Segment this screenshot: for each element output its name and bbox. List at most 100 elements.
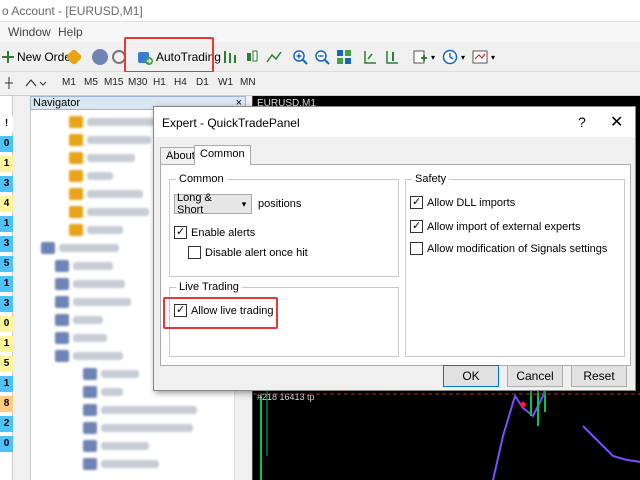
list-item[interactable]: [69, 132, 151, 148]
allow-signals-checkbox[interactable]: Allow modification of Signals settings: [410, 242, 607, 255]
positions-select-value: Long & Short: [177, 192, 212, 216]
tile-windows-icon[interactable]: [336, 46, 352, 68]
tf-h1[interactable]: H1: [153, 77, 166, 88]
checkbox-box[interactable]: [188, 246, 201, 259]
tf-m1[interactable]: M1: [62, 77, 76, 88]
crosshair-icon[interactable]: [4, 76, 14, 93]
list-item[interactable]: [83, 438, 149, 454]
allow-signals-label: Allow modification of Signals settings: [427, 242, 608, 255]
user-icon[interactable]: [92, 46, 108, 68]
list-item[interactable]: [41, 240, 119, 256]
autoscroll-icon[interactable]: [384, 46, 400, 68]
left-cell: 3: [0, 176, 13, 192]
left-cell: 0: [0, 436, 13, 452]
timeframe-toolbar: M1 M5 M15 M30 H1 H4 D1 W1 MN: [0, 72, 640, 96]
list-item[interactable]: [69, 186, 143, 202]
safety-group-title: Safety: [412, 173, 450, 185]
list-item[interactable]: [55, 276, 125, 292]
left-cell: 5: [0, 356, 13, 372]
list-item[interactable]: [83, 456, 159, 472]
left-cell: 4: [0, 196, 13, 212]
new-order-button[interactable]: New Order: [2, 46, 75, 68]
left-cell: 3: [0, 236, 13, 252]
tf-w1[interactable]: W1: [218, 77, 233, 88]
positions-select[interactable]: Long & Short ▾: [174, 192, 252, 216]
list-item[interactable]: [55, 294, 131, 310]
left-cell: 0: [0, 316, 13, 332]
navigator-title: Navigator: [33, 97, 81, 109]
live-trading-highlight: [163, 297, 278, 329]
tf-m15[interactable]: M15: [104, 77, 123, 88]
tf-h4[interactable]: H4: [174, 77, 187, 88]
chart-shift-icon[interactable]: [362, 46, 378, 68]
list-item[interactable]: [69, 222, 123, 238]
list-item[interactable]: [69, 168, 113, 184]
ok-button[interactable]: OK: [443, 365, 499, 387]
list-item[interactable]: [83, 402, 197, 418]
list-item[interactable]: [69, 114, 157, 130]
main-toolbar: New Order AutoTrading ▾ ▾ ▾: [0, 42, 640, 72]
left-cell: 1: [0, 376, 13, 392]
dialog-title: Expert - QuickTradePanel: [162, 116, 300, 130]
zoom-out-icon[interactable]: [314, 46, 330, 68]
autotrading-highlight: [124, 37, 214, 73]
allow-external-checkbox[interactable]: Allow import of external experts: [410, 220, 580, 233]
enable-alerts-checkbox[interactable]: Enable alerts: [174, 226, 255, 239]
tf-m30[interactable]: M30: [128, 77, 147, 88]
list-item[interactable]: [55, 330, 107, 346]
checkbox-box[interactable]: [174, 226, 187, 239]
tf-m5[interactable]: M5: [84, 77, 98, 88]
reset-button[interactable]: Reset: [571, 365, 627, 387]
market-watch-column: ! 0 1 3 4 1 3 5 1 3 0 1 5 1 8 2 0: [0, 96, 13, 480]
templates-icon[interactable]: ▾: [472, 46, 495, 68]
left-cell: 8: [0, 396, 13, 412]
dialog-titlebar: Expert - QuickTradePanel ? ✕: [154, 107, 635, 137]
menu-bar: Window Help: [0, 22, 640, 42]
common-group-title: Common: [176, 173, 227, 185]
left-cell: 1: [0, 276, 13, 292]
left-cell: 1: [0, 336, 13, 352]
left-cell: 5: [0, 256, 13, 272]
chevron-down-icon: ▾: [241, 198, 247, 209]
window-titlebar: o Account - [EURUSD,M1]: [0, 0, 640, 22]
list-item[interactable]: [69, 150, 135, 166]
allow-dll-checkbox[interactable]: Allow DLL imports: [410, 196, 515, 209]
help-icon[interactable]: ?: [578, 114, 586, 130]
indicators-icon[interactable]: ▾: [412, 46, 435, 68]
left-cell: 0: [0, 136, 13, 152]
checkbox-box[interactable]: [410, 196, 423, 209]
checkbox-box[interactable]: [410, 242, 423, 255]
metaeditor-icon[interactable]: [65, 46, 83, 68]
list-item[interactable]: [83, 384, 123, 400]
disable-alert-checkbox[interactable]: Disable alert once hit: [188, 246, 308, 259]
price-label: #218 16413 tp: [257, 392, 315, 402]
left-cell: 1: [0, 156, 13, 172]
left-cell: !: [0, 116, 13, 132]
candle-chart-icon[interactable]: [244, 46, 260, 68]
common-tab-panel: Common Long & Short ▾ positions Enable a…: [160, 164, 631, 366]
list-item[interactable]: [55, 348, 123, 364]
allow-external-label: Allow import of external experts: [427, 220, 581, 233]
line-chart-icon[interactable]: [266, 46, 282, 68]
periods-icon[interactable]: ▾: [442, 46, 465, 68]
cancel-button[interactable]: Cancel: [507, 365, 563, 387]
tf-mn[interactable]: MN: [240, 77, 256, 88]
list-item[interactable]: [55, 312, 103, 328]
allow-dll-label: Allow DLL imports: [427, 196, 516, 209]
list-item[interactable]: [69, 204, 149, 220]
zoom-in-icon[interactable]: [292, 46, 308, 68]
left-cell: 3: [0, 296, 13, 312]
list-item[interactable]: [83, 366, 139, 382]
positions-label: positions: [258, 198, 302, 210]
close-icon[interactable]: ✕: [610, 112, 623, 132]
list-item[interactable]: [83, 420, 193, 436]
safety-group: Safety Allow DLL imports Allow import of…: [405, 173, 625, 357]
tf-d1[interactable]: D1: [196, 77, 209, 88]
bar-chart-icon[interactable]: [222, 46, 238, 68]
drawing-tools-icon[interactable]: [24, 76, 48, 93]
list-item[interactable]: [55, 258, 113, 274]
checkbox-box[interactable]: [410, 220, 423, 233]
menu-window[interactable]: Window: [8, 25, 51, 39]
menu-help[interactable]: Help: [58, 25, 83, 39]
tab-common[interactable]: Common: [194, 145, 251, 165]
